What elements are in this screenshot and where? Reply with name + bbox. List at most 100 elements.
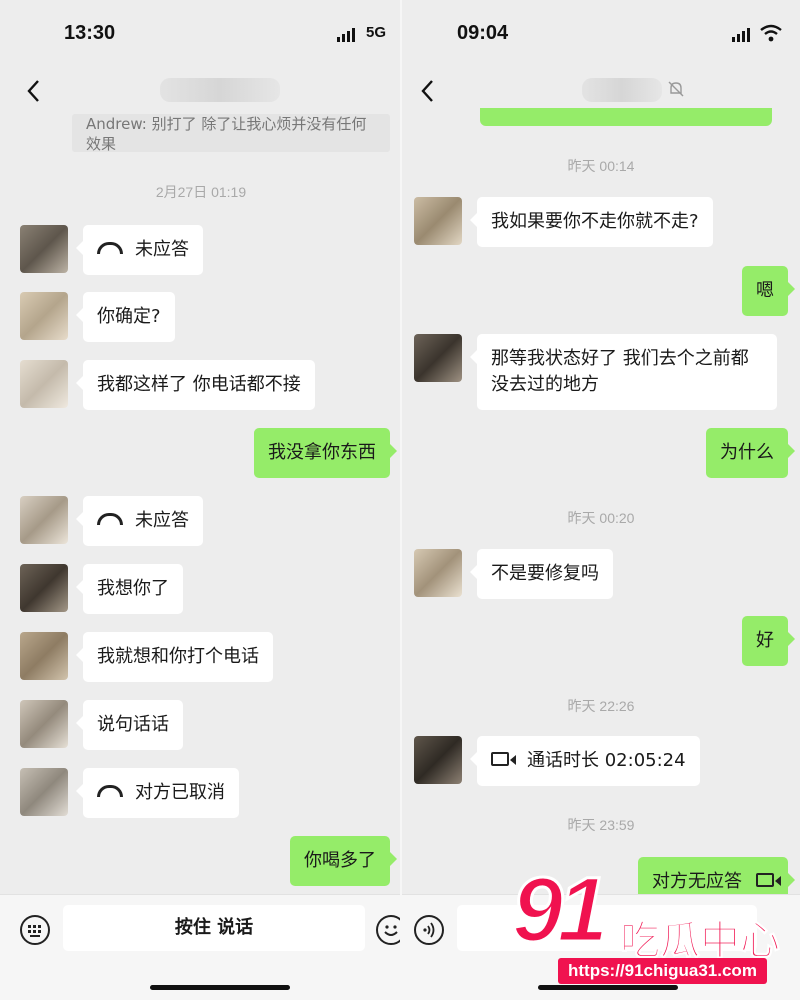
avatar[interactable] <box>414 334 462 382</box>
network-type: 5G <box>366 24 387 41</box>
mute-bell-icon <box>668 81 684 97</box>
status-time: 13:30 <box>64 22 116 44</box>
back-arrow-icon[interactable] <box>416 76 440 106</box>
message-text: 未应答 <box>135 510 189 531</box>
message-bubble[interactable]: 你确定? <box>76 292 175 342</box>
message-row: 那等我状态好了 我们去个之前都没去过的地方 <box>414 334 777 410</box>
message-text: 嗯 <box>756 280 774 301</box>
voice-icon[interactable] <box>414 915 444 945</box>
message-timestamp: 昨天 00:14 <box>567 158 635 174</box>
message-bubble-sent[interactable]: 嗯 <box>742 266 795 316</box>
message-text: 你确定? <box>97 306 161 327</box>
avatar[interactable] <box>20 225 68 273</box>
message-text: 那等我状态好了 我们去个之前都没去过的地方 <box>491 348 749 395</box>
message-text: 通话时长 02:05:24 <box>527 750 686 771</box>
message-bubble[interactable]: 我都这样了 你电话都不接 <box>76 360 315 410</box>
message-row: 好 <box>742 616 795 666</box>
phone-icon <box>97 513 123 525</box>
avatar[interactable] <box>20 360 68 408</box>
message-row: 我如果要你不走你就不走? <box>414 197 713 247</box>
right-chat-screen: 09:04 昨天 00:14 我如果要你不走你就不走? 嗯 那等我状态好了 我们… <box>402 0 800 1000</box>
message-bubble[interactable]: 未应答 <box>76 225 203 275</box>
left-chat-screen: 13:30 5G Andrew: 别打了 除了让我心烦并没有任何效果 2月27日… <box>0 0 402 1000</box>
message-bubble[interactable]: 我想你了 <box>76 564 183 614</box>
status-bar: 09:04 <box>402 0 800 70</box>
wifi-icon <box>760 24 782 42</box>
avatar[interactable] <box>20 496 68 544</box>
avatar[interactable] <box>20 564 68 612</box>
message-row: 我就想和你打个电话 <box>20 632 273 682</box>
message-row: 未应答 <box>20 225 203 275</box>
screenshot-composite: 13:30 5G Andrew: 别打了 除了让我心烦并没有任何效果 2月27日… <box>0 0 800 1000</box>
message-row: 你喝多了 <box>290 836 397 886</box>
avatar[interactable] <box>20 292 68 340</box>
keyboard-icon[interactable] <box>20 915 50 945</box>
phone-icon <box>97 785 123 797</box>
message-bubble-sent[interactable]: 你喝多了 <box>290 836 397 886</box>
message-text: 未应答 <box>135 239 189 260</box>
message-text: 好 <box>756 630 774 651</box>
message-bubble[interactable]: 未应答 <box>76 496 203 546</box>
hold-to-talk-button[interactable]: 按住 说话 <box>63 905 365 951</box>
contact-name-blurred <box>582 78 662 102</box>
watermark-number: 91 <box>510 858 609 963</box>
message-row: 不是要修复吗 <box>414 549 613 599</box>
signal-icon <box>732 28 750 42</box>
back-arrow-icon[interactable] <box>22 76 46 106</box>
message-bubble[interactable]: 说句话话 <box>76 700 183 750</box>
message-text: 我如果要你不走你就不走? <box>491 211 699 232</box>
chat-header <box>0 70 402 114</box>
message-row: 说句话话 <box>20 700 183 750</box>
home-indicator <box>150 985 290 990</box>
quoted-message: Andrew: 别打了 除了让我心烦并没有任何效果 <box>72 114 390 152</box>
quote-text: Andrew: 别打了 除了让我心烦并没有任何效果 <box>86 115 367 152</box>
avatar[interactable] <box>20 768 68 816</box>
message-timestamp: 昨天 22:26 <box>567 698 635 714</box>
message-text: 我想你了 <box>97 578 169 599</box>
emoji-icon[interactable] <box>376 915 402 945</box>
message-text: 不是要修复吗 <box>491 563 599 584</box>
avatar[interactable] <box>414 736 462 784</box>
input-bar: 按住 说话 <box>0 894 402 1000</box>
message-row: 我没拿你东西 <box>254 428 397 478</box>
video-call-icon <box>491 752 516 766</box>
avatar[interactable] <box>414 549 462 597</box>
message-bubble[interactable]: 不是要修复吗 <box>470 549 613 599</box>
message-text: 为什么 <box>720 442 774 463</box>
message-row: 对方已取消 <box>20 768 239 818</box>
message-bubble[interactable]: 我就想和你打个电话 <box>76 632 273 682</box>
message-bubble[interactable]: 对方已取消 <box>76 768 239 818</box>
avatar[interactable] <box>414 197 462 245</box>
status-bar: 13:30 5G <box>0 0 402 70</box>
message-text: 对方已取消 <box>135 782 225 803</box>
message-bubble-sent[interactable]: 好 <box>742 616 795 666</box>
message-row: 我都这样了 你电话都不接 <box>20 360 315 410</box>
message-text: 说句话话 <box>97 714 169 735</box>
message-bubble-sent[interactable]: 为什么 <box>706 428 795 478</box>
message-bubble-sent[interactable]: 我没拿你东西 <box>254 428 397 478</box>
avatar[interactable] <box>20 700 68 748</box>
avatar[interactable] <box>20 632 68 680</box>
message-timestamp: 昨天 00:20 <box>567 510 635 526</box>
message-row: 通话时长 02:05:24 <box>414 736 700 786</box>
sent-bubble-partial <box>480 108 772 126</box>
message-bubble[interactable]: 我如果要你不走你就不走? <box>470 197 713 247</box>
message-row: 你确定? <box>20 292 175 342</box>
message-row: 未应答 <box>20 496 203 546</box>
message-text: 我没拿你东西 <box>268 442 376 463</box>
message-text: 你喝多了 <box>304 850 376 871</box>
message-text: 我就想和你打个电话 <box>97 646 259 667</box>
signal-icon <box>337 28 355 42</box>
message-bubble[interactable]: 通话时长 02:05:24 <box>470 736 700 786</box>
contact-name-blurred <box>160 78 280 102</box>
message-timestamp: 昨天 23:59 <box>567 817 635 833</box>
message-row: 为什么 <box>706 428 795 478</box>
watermark-url: https://91chigua31.com <box>558 958 767 984</box>
message-row: 我想你了 <box>20 564 183 614</box>
message-row: 嗯 <box>742 266 795 316</box>
watermark-logo: 91 吃瓜中心 https://91chigua31.com <box>508 858 800 1000</box>
message-bubble[interactable]: 那等我状态好了 我们去个之前都没去过的地方 <box>470 334 777 410</box>
phone-icon <box>97 242 123 254</box>
message-text: 我都这样了 你电话都不接 <box>97 374 301 395</box>
message-timestamp: 2月27日 01:19 <box>155 184 247 200</box>
